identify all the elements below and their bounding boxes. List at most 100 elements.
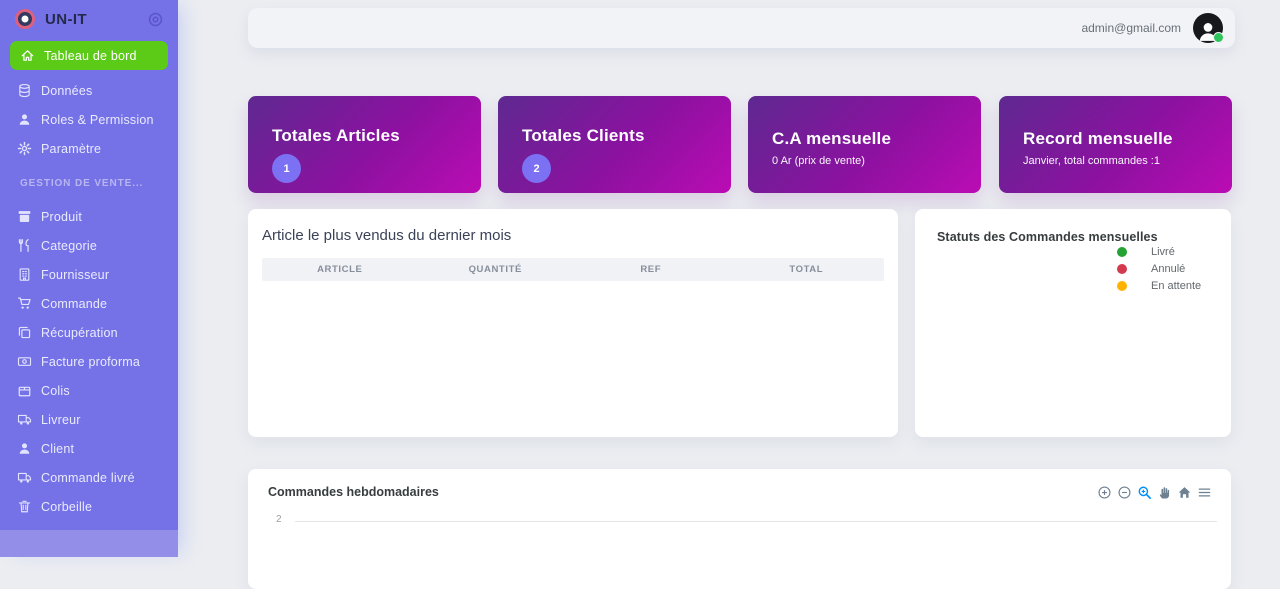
sidebar-item-label: Récupération — [41, 325, 118, 340]
building-icon — [17, 267, 32, 282]
weekly-panel-title: Commandes hebdomadaires — [268, 485, 439, 499]
copy-icon — [17, 325, 32, 340]
topbar: admin@gmail.com — [248, 8, 1235, 48]
zoom-out-icon[interactable] — [1117, 485, 1132, 500]
database-icon — [17, 83, 32, 98]
sidebar-item-fournisseur[interactable]: Fournisseur — [0, 260, 178, 289]
chart-legend: Livré Annulé En attente — [1117, 243, 1209, 294]
legend-dot-green — [1117, 246, 1127, 257]
stat-card-title: Totales Articles — [272, 126, 400, 145]
box-icon — [17, 209, 32, 224]
online-status-dot — [1213, 32, 1224, 43]
sidebar-item-label: Données — [41, 83, 93, 98]
user-icon — [17, 441, 32, 456]
sidebar-item-tableau-de-bord[interactable]: Tableau de bord — [10, 41, 168, 70]
column-header-article: ARTICLE — [317, 264, 363, 275]
sidebar-item-livreur[interactable]: Livreur — [0, 405, 178, 434]
user-email: admin@gmail.com — [1081, 21, 1181, 35]
app-logo — [15, 9, 35, 29]
sidebar-item-roles-permission[interactable]: Roles & Permission — [0, 105, 178, 134]
sidebar-item-corbeille[interactable]: Corbeille — [0, 492, 178, 521]
legend-label: En attente — [1151, 279, 1202, 292]
sidebar-toggle-icon[interactable] — [147, 11, 164, 28]
legend-label: Livré — [1151, 245, 1175, 258]
selection-zoom-icon[interactable] — [1137, 485, 1152, 500]
column-header-total: TOTAL — [789, 264, 824, 275]
sidebar-item-label: Paramètre — [41, 141, 102, 156]
trash-icon — [17, 499, 32, 514]
sidebar-footer-strip — [0, 530, 178, 557]
menu-icon[interactable] — [1197, 485, 1212, 500]
legend-item-annule[interactable]: Annulé — [1117, 260, 1209, 277]
sidebar-item-commande[interactable]: Commande — [0, 289, 178, 318]
user-icon — [17, 112, 32, 127]
home-reset-icon[interactable] — [1177, 485, 1192, 500]
legend-item-en-attente[interactable]: En attente — [1117, 277, 1209, 294]
sidebar-item-parametre[interactable]: Paramètre — [0, 134, 178, 163]
weekly-panel: Commandes hebdomadaires 2 — [248, 469, 1231, 589]
stat-card-badge: 1 — [272, 154, 301, 183]
package-icon — [17, 383, 32, 398]
stat-card-title: Totales Clients — [522, 126, 645, 145]
zoom-in-icon[interactable] — [1097, 485, 1112, 500]
sidebar-item-label: Livreur — [41, 412, 81, 427]
articles-table-header: ARTICLE QUANTITÉ REF TOTAL — [262, 258, 884, 281]
cart-icon — [17, 296, 32, 311]
main-content: admin@gmail.com Totales Articles 1 Total… — [178, 0, 1280, 589]
legend-item-livre[interactable]: Livré — [1117, 243, 1209, 260]
stat-card-title: C.A mensuelle — [772, 129, 892, 148]
utensils-icon — [17, 238, 32, 253]
stat-card-badge: 2 — [522, 154, 551, 183]
legend-dot-yellow — [1117, 280, 1127, 291]
sidebar-item-label: Tableau de bord — [44, 48, 137, 63]
sidebar-header: UN-IT — [0, 0, 178, 38]
sidebar-item-commande-livre[interactable]: Commande livré — [0, 463, 178, 492]
stat-card-title: Record mensuelle — [1023, 129, 1173, 148]
truck-icon — [17, 470, 32, 485]
sidebar-item-produit[interactable]: Produit — [0, 202, 178, 231]
stat-card-ca-mensuelle: C.A mensuelle 0 Ar (prix de vente) — [748, 96, 981, 193]
sidebar-item-label: Facture proforma — [41, 354, 141, 369]
sidebar-item-colis[interactable]: Colis — [0, 376, 178, 405]
stat-card-totales-clients: Totales Clients 2 — [498, 96, 731, 193]
sidebar-item-label: Colis — [41, 383, 70, 398]
legend-dot-red — [1117, 263, 1127, 274]
sidebar-item-label: Client — [41, 441, 75, 456]
gear-icon — [17, 141, 32, 156]
truck-icon — [17, 412, 32, 427]
sidebar-item-label: Fournisseur — [41, 267, 110, 282]
app-title: UN-IT — [45, 10, 87, 28]
stat-card-totales-articles: Totales Articles 1 — [248, 96, 481, 193]
chart-toolbar — [1097, 485, 1212, 500]
sidebar-item-label: Commande — [41, 296, 108, 311]
money-icon — [17, 354, 32, 369]
sidebar-item-label: Roles & Permission — [41, 112, 154, 127]
stat-card-subtitle: 0 Ar (prix de vente) — [772, 155, 865, 167]
sidebar-item-recuperation[interactable]: Récupération — [0, 318, 178, 347]
avatar[interactable] — [1193, 13, 1224, 43]
sidebar-item-client[interactable]: Client — [0, 434, 178, 463]
home-icon — [20, 48, 35, 63]
column-header-quantite: QUANTITÉ — [468, 264, 522, 275]
sidebar-item-categorie[interactable]: Categorie — [0, 231, 178, 260]
articles-panel-title: Article le plus vendus du dernier mois — [262, 227, 512, 244]
status-panel-title: Statuts des Commandes mensuelles — [937, 230, 1158, 244]
column-header-ref: REF — [640, 264, 662, 275]
y-axis-tick: 2 — [276, 514, 282, 525]
app-logo-dot — [21, 15, 29, 23]
sidebar-item-label: Corbeille — [41, 499, 93, 514]
sidebar: UN-IT Tableau de bord Données Roles & Pe… — [0, 0, 178, 557]
pan-icon[interactable] — [1157, 485, 1172, 500]
sidebar-item-label: Commande livré — [41, 470, 135, 485]
articles-panel: Article le plus vendus du dernier mois A… — [248, 209, 898, 437]
sidebar-item-label: Categorie — [41, 238, 97, 253]
status-panel: Statuts des Commandes mensuelles Livré A… — [915, 209, 1231, 437]
legend-label: Annulé — [1151, 262, 1186, 275]
sidebar-item-facture-proforma[interactable]: Facture proforma — [0, 347, 178, 376]
chart-gridline — [295, 521, 1217, 522]
sidebar-item-donnees[interactable]: Données — [0, 76, 178, 105]
stat-card-record-mensuelle: Record mensuelle Janvier, total commande… — [999, 96, 1232, 193]
sidebar-section-gestion-de-vente: GESTION DE VENTE... — [20, 178, 144, 189]
stat-card-subtitle: Janvier, total commandes :1 — [1023, 155, 1160, 167]
sidebar-item-label: Produit — [41, 209, 83, 224]
